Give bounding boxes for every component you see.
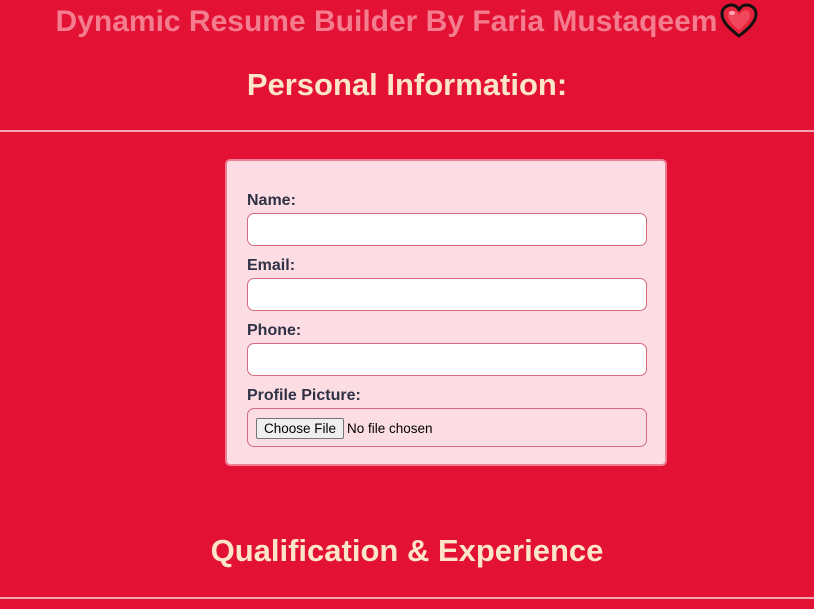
personal-information-heading: Personal Information: bbox=[246, 67, 568, 102]
phone-field[interactable] bbox=[247, 343, 647, 376]
file-status-text: No file chosen bbox=[347, 421, 433, 436]
qualification-experience-heading: Qualification & Experience bbox=[210, 533, 604, 568]
name-label: Name: bbox=[247, 192, 296, 209]
choose-file-button[interactable]: Choose File bbox=[256, 418, 345, 439]
phone-label: Phone: bbox=[247, 322, 302, 339]
section-divider bbox=[0, 597, 814, 599]
email-label: Email: bbox=[247, 257, 296, 274]
heart-icon bbox=[720, 3, 758, 39]
personal-info-form: Name: Email: Phone: Profile Picture: Cho… bbox=[225, 159, 667, 466]
email-field[interactable] bbox=[247, 278, 647, 311]
profile-picture-input[interactable]: Choose File No file chosen bbox=[247, 408, 647, 447]
name-field[interactable] bbox=[247, 213, 647, 246]
resume-builder-page: Dynamic Resume Builder By Faria Mustaqee… bbox=[0, 0, 814, 609]
section-divider bbox=[0, 130, 814, 132]
title-row: Dynamic Resume Builder By Faria Mustaqee… bbox=[0, 2, 814, 42]
page-title: Dynamic Resume Builder By Faria Mustaqee… bbox=[55, 5, 718, 38]
profile-picture-label: Profile Picture: bbox=[247, 387, 361, 404]
